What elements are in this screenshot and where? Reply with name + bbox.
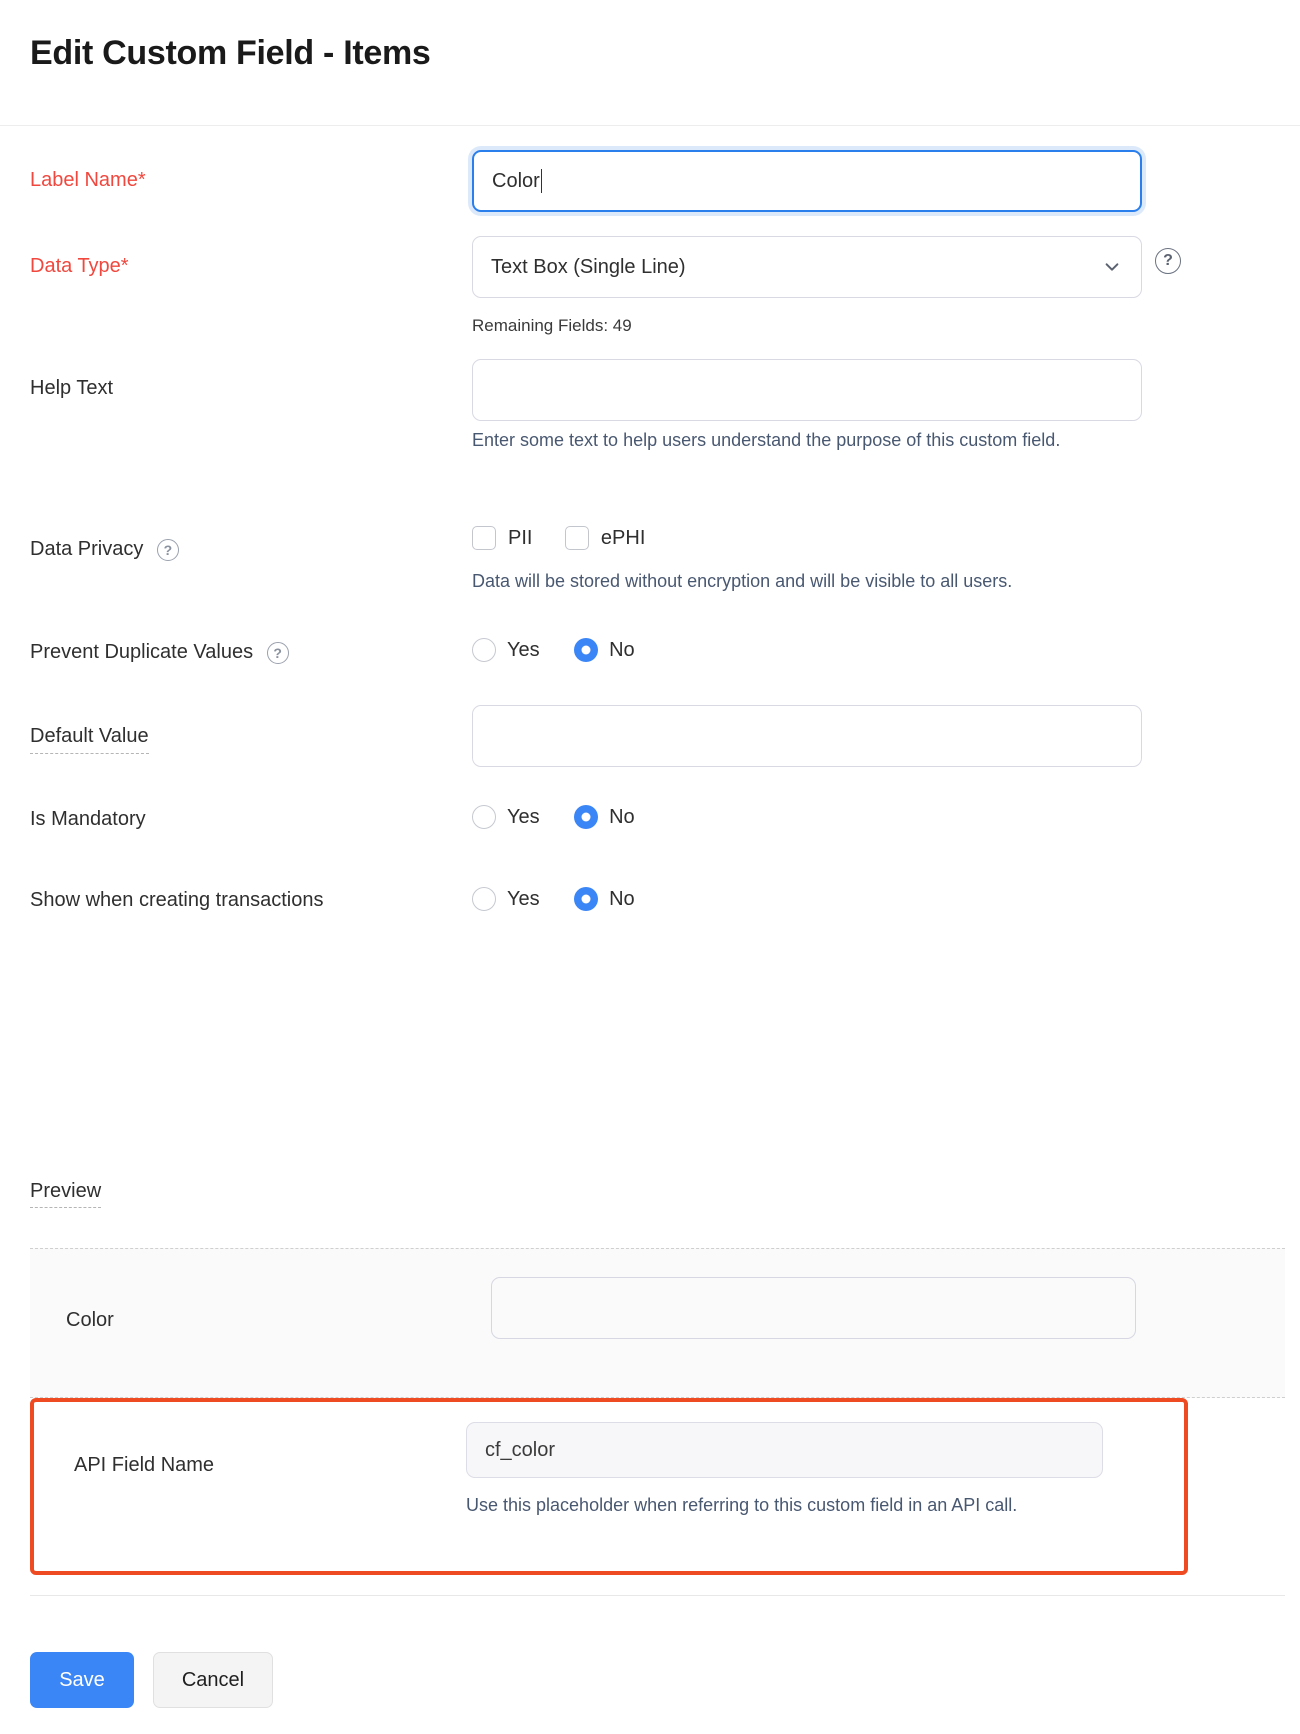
data-privacy-label-text: Data Privacy [30, 538, 144, 560]
radio-prevent-duplicate-yes[interactable]: Yes [472, 638, 540, 662]
chevron-down-icon [1103, 258, 1121, 276]
radio-is-mandatory-no-label: No [609, 805, 635, 828]
checkbox-ephi-box [564, 526, 589, 550]
page-title: Edit Custom Field - Items [30, 34, 431, 72]
api-field-name-value: cf_color [485, 1438, 556, 1461]
default-value-label: Default Value [30, 722, 149, 754]
label-name-input-value: Color [492, 170, 540, 192]
api-field-name-highlight-box: API Field Name cf_color Use this placeho… [30, 1398, 1188, 1575]
checkbox-ephi-label: ePHI [600, 526, 646, 549]
api-field-name-label: API Field Name [74, 1454, 215, 1476]
data-privacy-hint: Data will be stored without encryption a… [472, 571, 1013, 591]
page-header: Edit Custom Field - Items [0, 0, 1300, 126]
radio-show-when-creating-yes-label: Yes [507, 887, 540, 910]
preview-field-label: Color [66, 1309, 114, 1331]
radio-prevent-duplicate-no-label: No [609, 638, 635, 661]
label-name-label: Label Name* [30, 169, 146, 191]
radio-is-mandatory-yes-label: Yes [507, 805, 540, 828]
label-name-input[interactable]: Color [472, 150, 1142, 212]
checkbox-pii-box [472, 526, 496, 550]
show-when-creating-label: Show when creating transactions [30, 889, 324, 911]
checkbox-pii-label: PII [508, 526, 533, 549]
data-type-selected-value: Text Box (Single Line) [491, 255, 686, 278]
radio-show-when-creating-yes[interactable]: Yes [472, 887, 540, 911]
radio-prevent-duplicate-no[interactable]: No [574, 638, 635, 662]
data-type-help-icon-wrap[interactable]: ? [1155, 248, 1181, 274]
radio-is-mandatory-yes[interactable]: Yes [472, 805, 540, 829]
edit-custom-field-page: Edit Custom Field - Items Label Name* Co… [0, 0, 1300, 1734]
api-field-name-input[interactable]: cf_color [466, 1422, 1103, 1478]
radio-is-mandatory-no-dot [574, 805, 599, 829]
footer-divider [30, 1595, 1285, 1596]
help-text-input[interactable] [472, 359, 1142, 421]
radio-prevent-duplicate-yes-dot [472, 638, 496, 662]
help-text-label: Help Text [30, 377, 114, 399]
radio-show-when-creating-no-dot [574, 887, 599, 911]
checkbox-ephi[interactable]: ePHI [564, 526, 646, 550]
preview-block: Color [30, 1248, 1285, 1398]
question-circle-icon: ? [1155, 248, 1181, 274]
radio-is-mandatory-yes-dot [472, 805, 496, 829]
preview-field-input[interactable] [491, 1277, 1136, 1339]
prevent-duplicate-label-text: Prevent Duplicate Values [30, 641, 254, 663]
cancel-button[interactable]: Cancel [153, 1652, 273, 1708]
text-caret [540, 169, 542, 193]
remaining-fields-text: Remaining Fields: 49 [472, 316, 632, 335]
prevent-duplicate-label: Prevent Duplicate Values ? [30, 638, 289, 666]
question-circle-icon[interactable]: ? [266, 641, 289, 664]
help-text-hint: Enter some text to help users understand… [472, 430, 1061, 450]
question-circle-icon[interactable]: ? [156, 538, 179, 561]
radio-show-when-creating-no[interactable]: No [574, 887, 635, 911]
radio-prevent-duplicate-yes-label: Yes [507, 638, 540, 661]
radio-show-when-creating-no-label: No [609, 887, 635, 910]
radio-is-mandatory-no[interactable]: No [574, 805, 635, 829]
data-type-label: Data Type* [30, 255, 129, 277]
data-type-select[interactable]: Text Box (Single Line) [472, 236, 1142, 298]
checkbox-pii[interactable]: PII [472, 526, 532, 550]
api-field-name-hint: Use this placeholder when referring to t… [466, 1495, 1018, 1515]
preview-title: Preview [30, 1180, 102, 1208]
is-mandatory-label: Is Mandatory [30, 808, 146, 830]
radio-show-when-creating-yes-dot [472, 887, 496, 911]
save-button[interactable]: Save [30, 1652, 134, 1708]
data-privacy-label: Data Privacy ? [30, 535, 179, 563]
default-value-input[interactable] [472, 705, 1142, 767]
radio-prevent-duplicate-no-dot [574, 638, 599, 662]
